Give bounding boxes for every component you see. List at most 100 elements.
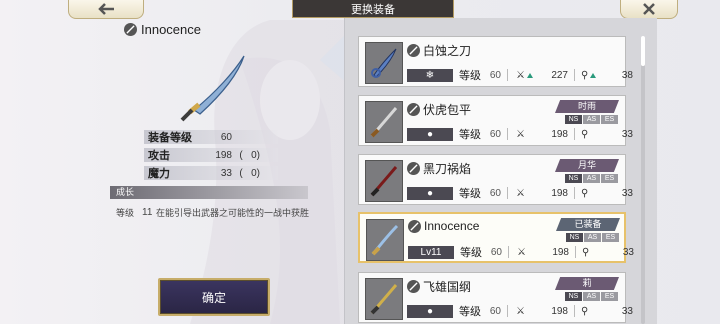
character-icon-box: ● xyxy=(407,127,453,141)
stat-equip-level: 装备等级 60 xyxy=(144,128,278,146)
growth-condition-text: 在能引导出武器之可能性的一战中获胜 xyxy=(156,208,310,218)
confirm-button[interactable]: 确定 xyxy=(158,278,270,316)
character-badge: 月华 xyxy=(555,159,619,172)
mode-tag: ES xyxy=(601,174,618,183)
sword-type-icon xyxy=(124,23,137,36)
sword-type-icon xyxy=(407,280,420,293)
sword-type-icon xyxy=(407,44,420,57)
stat-value: 198 xyxy=(215,149,232,161)
divider xyxy=(508,246,509,258)
stat-label: 魔力 xyxy=(148,168,170,180)
stat-value: 60 xyxy=(220,131,232,143)
attack-stat: ⚔ 198 xyxy=(517,247,569,258)
sword-type-icon xyxy=(408,219,421,233)
magic-value: 38 xyxy=(621,69,633,81)
attack-stat: ⚔ 227 xyxy=(516,70,568,81)
equipped-badge: 已装备 xyxy=(556,218,620,231)
level-value: 60 xyxy=(489,128,501,140)
stat-bonus: ( 0) xyxy=(239,167,260,179)
magic-stat: ⚲ 33 xyxy=(581,129,633,140)
level-label: 等级 xyxy=(459,70,481,82)
magic-wand-icon: ⚲ xyxy=(581,69,589,81)
weapon-name: Innocence xyxy=(408,219,479,233)
top-bar: 更换装备 xyxy=(0,0,720,20)
stat-label: 攻击 xyxy=(148,150,170,162)
divider xyxy=(574,305,575,317)
attack-stat: ⚔ 198 xyxy=(516,306,568,317)
weapon-name-text: 黑刀祸焰 xyxy=(423,162,472,176)
selected-weapon-name: Innocence xyxy=(124,22,201,37)
mode-tag: AS xyxy=(583,115,600,124)
close-icon xyxy=(643,3,655,15)
weapon-stats: ● 等级 60 ⚔ 198 ⚲ 33 xyxy=(407,304,633,318)
magic-wand-icon: ⚲ xyxy=(582,246,590,258)
weapon-lv-box: Lv11 xyxy=(408,245,454,259)
mode-tag: ES xyxy=(601,292,618,301)
person-icon: ● xyxy=(426,187,434,199)
magic-wand-icon: ⚲ xyxy=(581,128,589,140)
weapon-thumbnail xyxy=(365,42,403,84)
growth-header: 成长 xyxy=(110,186,308,199)
magic-stat: ⚲ 33 xyxy=(581,306,633,317)
equipment-card-selected[interactable]: Innocence 已装备 NS AS ES Lv11 等级 60 ⚔ 198 ⚲ 33 xyxy=(358,212,634,263)
scroll-thumb[interactable] xyxy=(641,36,645,66)
mode-tags: NS AS ES xyxy=(565,174,618,183)
list-scrollbar[interactable] xyxy=(641,36,645,324)
back-arrow-icon xyxy=(98,3,114,15)
weapon-name-text: Innocence xyxy=(424,219,480,233)
weapon-name-text: 飞雄国纲 xyxy=(423,280,472,294)
level-label: 等级 xyxy=(459,188,481,200)
close-button[interactable] xyxy=(620,0,678,19)
attack-value: 198 xyxy=(551,305,568,317)
growth-level-label: 等级 xyxy=(116,208,135,218)
up-arrow-icon xyxy=(590,72,597,78)
weapon-name-text: 伏虎包平 xyxy=(423,103,472,117)
mode-tags: NS AS ES xyxy=(565,292,618,301)
divider xyxy=(575,246,576,258)
stat-bonus: ( 0) xyxy=(239,149,260,161)
attack-stat: ⚔ 198 xyxy=(516,129,568,140)
weapon-stats: ● 等级 60 ⚔ 198 ⚲ 33 xyxy=(407,186,633,200)
mode-tag: AS xyxy=(583,174,600,183)
page-title: 更换装备 xyxy=(292,0,454,18)
attack-icon: ⚔ xyxy=(516,69,525,81)
level-value: 60 xyxy=(490,246,502,258)
divider xyxy=(507,187,508,199)
character-icon-box: ● xyxy=(407,186,453,200)
equipment-card[interactable]: 伏虎包平 时雨 NS AS ES ● 等级 60 ⚔ 198 ⚲ 33 xyxy=(358,95,633,146)
up-arrow-icon xyxy=(526,72,533,78)
divider xyxy=(574,69,575,81)
level-label: 等级 xyxy=(459,129,481,141)
equipment-card[interactable]: 黑刀祸焰 月华 NS AS ES ● 等级 60 ⚔ 198 ⚲ 33 xyxy=(358,154,633,205)
level-value: 60 xyxy=(489,69,501,81)
stat-bonus-value: 0 xyxy=(251,149,257,161)
mode-tags: NS AS ES xyxy=(565,115,618,124)
selected-weapon-image xyxy=(180,55,245,122)
stat-value: 33 xyxy=(220,167,232,179)
weapon-thumbnail xyxy=(366,219,404,261)
character-icon-box: ● xyxy=(407,304,453,318)
magic-value: 33 xyxy=(621,128,633,140)
magic-stat: ⚲ 38 xyxy=(581,70,633,81)
divider xyxy=(507,128,508,140)
person-icon: ● xyxy=(426,305,434,317)
attack-stat: ⚔ 198 xyxy=(516,188,568,199)
weapon-stats: ● 等级 60 ⚔ 198 ⚲ 33 xyxy=(407,127,633,141)
equipment-card[interactable]: 飞雄国纲 莉 NS AS ES ● 等级 60 ⚔ 198 ⚲ 33 xyxy=(358,272,633,323)
equipment-card[interactable]: 白蚀之刀 ❄ 等级 60 ⚔ 227 ⚲ 38 xyxy=(358,36,633,87)
back-button[interactable] xyxy=(68,0,144,19)
selected-weapon-name-text: Innocence xyxy=(141,22,201,37)
character-badge: 莉 xyxy=(555,277,619,290)
weapon-stats: Lv11 等级 60 ⚔ 198 ⚲ 33 xyxy=(408,245,634,259)
level-value: 60 xyxy=(489,187,501,199)
snowflake-icon: ❄ xyxy=(425,69,435,81)
level-value: 60 xyxy=(489,305,501,317)
attack-value: 198 xyxy=(551,187,568,199)
growth-level-value: 11 xyxy=(142,207,153,218)
weapon-thumbnail xyxy=(365,278,403,320)
weapon-name: 黑刀祸焰 xyxy=(407,160,471,177)
divider xyxy=(507,305,508,317)
weapon-name: 飞雄国纲 xyxy=(407,278,471,295)
mode-tag: ES xyxy=(601,115,618,124)
level-label: 等级 xyxy=(459,306,481,318)
